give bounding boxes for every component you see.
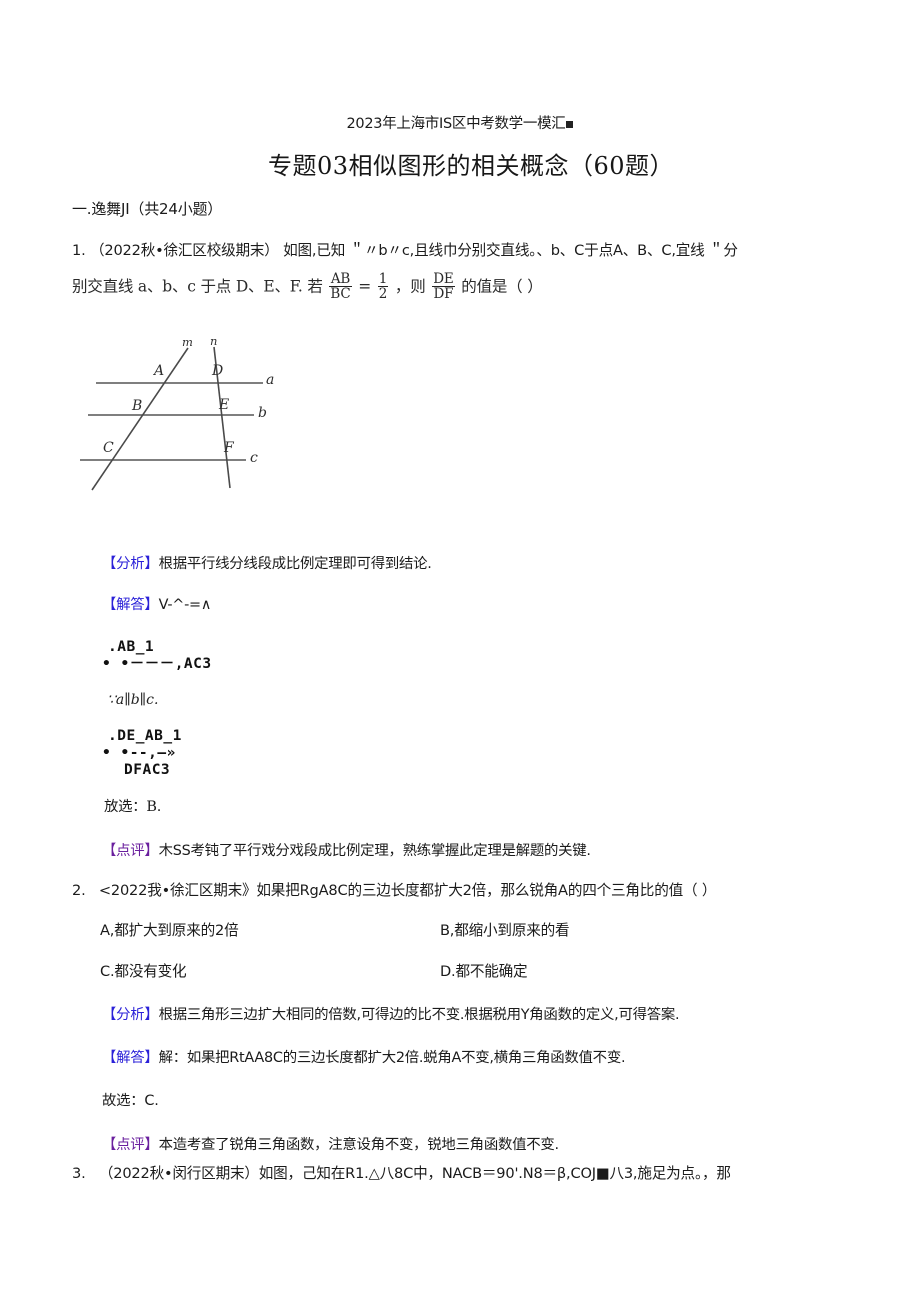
answer-fragment-b-line-3: DFAC3 [124,761,171,778]
figure-label-n: n [210,334,218,348]
fraction-de-df: DE DF [432,270,455,302]
answer-tag: 【解答】 [102,597,159,614]
question-2-analysis: 【分析】根据三角形三边扩大相同的倍数,可得边的比不变.根据税用Y角函数的定义,可… [102,1004,862,1027]
question-2-stem: 2. <2022我•徐汇区期末》如果把RgA8C的三边长度都扩大2倍，那么锐角A… [72,880,862,903]
figure-point-B: B [132,398,143,414]
answer-fragment-a-line-1: .AB_1 [108,639,155,656]
fraction-one-half-numerator: 1 [377,270,389,287]
figure-point-A: A [154,363,165,379]
question-1-choice-text: 放选：B. [104,799,162,816]
figure-point-F: F [224,440,234,456]
question-2-option-B[interactable]: B,都缩小到原来的看 [440,920,780,942]
question-2-source: <2022我•徐汇区期末》 [98,882,257,899]
question-1-stem-text: 如图,已知 ＂〃b〃c,且线巾分别交直线。、b、C于点A、B、C,宜线 ＂分 [283,242,738,259]
question-1-choice: 放选：B. [104,796,862,819]
page-title: 专题03相似图形的相关概念（60题） [267,152,675,180]
figure-point-C: C [103,440,114,456]
fraction-de-df-numerator: DE [432,270,455,287]
answer-tag: 【解答】 [102,1050,159,1067]
figure-label-a: a [266,372,275,388]
question-2-choice: 故选：C. [102,1090,862,1113]
comment-text: 本造考查了锐角三角函数，注意设角不变，锐地三角函数值不变. [158,1136,560,1153]
fraction-ab-bc-denominator: BC [330,285,351,302]
question-1-source: （2022秋•徐汇区校级期末） [89,242,279,259]
question-3-stem-text: 如图，己知在R1.△八8C中，NACB＝90'.N8＝β,COJ■八3,施足为点… [258,1165,731,1182]
question-2-number: 2. [72,882,86,899]
fraction-ab-bc-numerator: AB [329,270,352,287]
question-3-source: （2022秋•闵行区期末） [98,1165,259,1182]
question-1-solution: 【分析】根据平行线分线段成比例定理即可得到结论. 【解答】V-^-=∧ .AB_… [72,553,862,863]
question-1-answer: 【解答】V-^-=∧ [102,594,862,617]
page-header: 2023年上海市IS区中考数学一模汇 [0,112,920,133]
fraction-ab-bc: AB BC [329,270,352,302]
question-1-stem-line-1: 1. （2022秋•徐汇区校级期末） 如图,已知 ＂〃b〃c,且线巾分别交直线。… [72,240,862,263]
geometry-diagram [80,346,263,491]
question-1: 1. （2022秋•徐汇区校级期末） 如图,已知 ＂〃b〃c,且线巾分别交直线。… [72,240,862,302]
header-block-mark [566,121,574,128]
question-1-stem-suffix: 的值是（ ） [461,277,543,296]
answer-text: 解：如果把RtAA8C的三边长度都扩大2倍.蜕角A不变,横角三角函数值不变. [158,1050,626,1067]
question-2-option-D[interactable]: D.都不能确定 [440,961,780,983]
answer-fragment-b-line-2: • •--,—» [102,745,176,762]
figure-label-c: c [250,450,258,466]
question-3: 3. （2022秋•闵行区期末）如图，己知在R1.△八8C中，NACB＝90'.… [72,1163,862,1186]
question-3-number: 3. [72,1165,86,1182]
question-2-comment: 【点评】本造考查了锐角三角函数，注意设角不变，锐地三角函数值不变. [102,1134,862,1157]
equals-sign: = [358,277,372,296]
answer-text: V-^-=∧ [158,597,212,614]
question-3-stem: 3. （2022秋•闵行区期末）如图，己知在R1.△八8C中，NACB＝90'.… [72,1163,862,1186]
question-2-answer: 【解答】解：如果把RtAA8C的三边长度都扩大2倍.蜕角A不变,横角三角函数值不… [102,1047,862,1070]
question-1-stem-prefix: 别交直线 a、b、c 于点 D、E、F. 若 [72,277,323,296]
answer-fragment-b-line-1: .DE_AB_1 [108,728,182,745]
section-heading: 一.逸舞JI（共24小题） [72,200,223,218]
comment-text: 木SS考钝了平行戏分戏段成比例定理，熟练掌握此定理是解题的关键. [158,842,591,859]
question-1-comment: 【点评】木SS考钝了平行戏分戏段成比例定理，熟练掌握此定理是解题的关键. [102,840,862,863]
analysis-text: 根据平行线分线段成比例定理即可得到结论. [158,556,432,572]
figure-point-E: E [219,397,230,413]
analysis-tag: 【分析】 [102,556,159,572]
fraction-one-half-denominator: 2 [378,285,388,302]
fraction-one-half: 1 2 [377,270,389,302]
page-header-text: 2023年上海市IS区中考数学一模汇 [346,116,566,132]
answer-fragment-parallel: ∵a∥b∥c. [107,692,159,709]
question-1-stem-line-2: 别交直线 a、b、c 于点 D、E、F. 若 AB BC = 1 2 ，则 DE… [72,270,862,302]
question-2: 2. <2022我•徐汇区期末》如果把RgA8C的三边长度都扩大2倍，那么锐角A… [72,880,862,1157]
analysis-tag: 【分析】 [102,1007,159,1024]
figure-point-D: D [212,363,224,379]
question-1-analysis: 【分析】根据平行线分线段成比例定理即可得到结论. [102,553,862,576]
answer-fragment-a-line-2: • •－－－,AC3 [102,655,212,672]
document-page: 2023年上海市IS区中考数学一模汇 专题03相似图形的相关概念（60题） 一.… [0,0,920,1301]
question-2-option-A[interactable]: A,都扩大到原来的2倍 [100,920,440,942]
question-2-choice-text: 故选：C. [102,1093,159,1110]
figure-label-m: m [182,335,193,349]
question-2-option-C[interactable]: C.都没有变化 [100,961,440,983]
fraction-de-df-denominator: DF [433,285,454,302]
question-1-stem-middle: ，则 [394,277,426,296]
question-1-figure: m n a b c A B C D E F [78,330,378,520]
comment-tag: 【点评】 [102,1136,159,1153]
question-1-number: 1. [72,242,86,259]
question-2-options: A,都扩大到原来的2倍 B,都缩小到原来的看 C.都没有变化 D.都不能确定 [100,920,862,983]
question-2-option-row-2: C.都没有变化 D.都不能确定 [100,961,862,983]
question-2-option-row-1: A,都扩大到原来的2倍 B,都缩小到原来的看 [100,920,862,942]
figure-label-b: b [258,405,267,421]
transversal-m [91,347,189,491]
analysis-text: 根据三角形三边扩大相同的倍数,可得边的比不变.根据税用Y角函数的定义,可得答案. [158,1007,680,1024]
comment-tag: 【点评】 [102,842,159,859]
question-2-stem-text: 如果把RgA8C的三边长度都扩大2倍，那么锐角A的四个三角比的值（ ） [256,882,717,899]
